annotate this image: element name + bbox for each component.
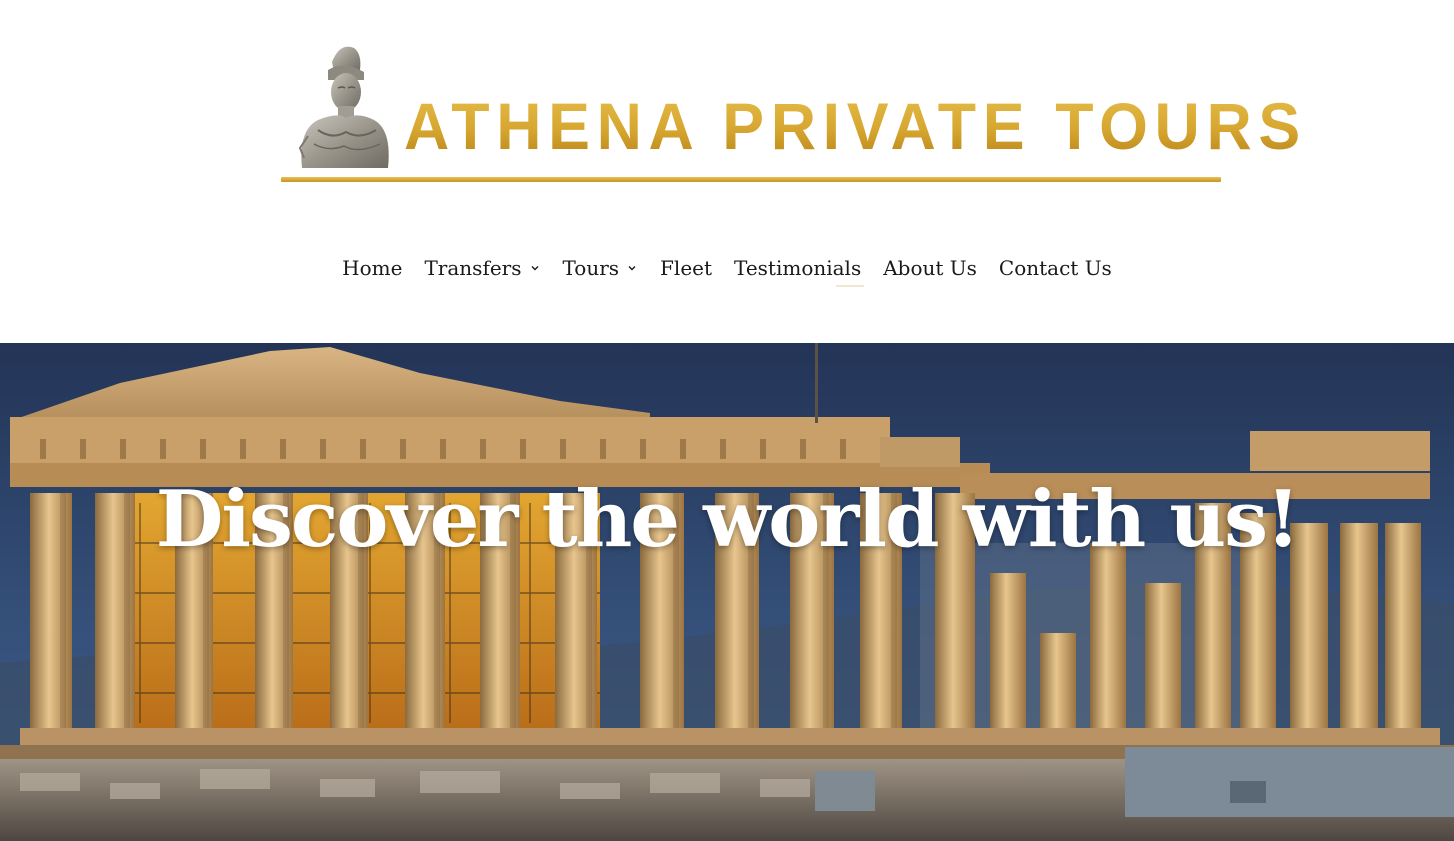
logo-underline — [281, 177, 1221, 182]
nav-item-label: About Us — [883, 256, 977, 280]
nav-item-tours[interactable]: Tours — [552, 256, 650, 280]
nav-item-label: Fleet — [660, 256, 713, 280]
nav-item-fleet[interactable]: Fleet — [649, 256, 723, 280]
hero-title: Discover the world with us! — [155, 474, 1301, 565]
nav-item-label: Tours — [562, 256, 620, 280]
main-nav: Home Transfers Tours Fleet Testimonials … — [0, 248, 1454, 288]
hero-banner: Discover the world with us! — [0, 343, 1454, 841]
nav-item-testimonials[interactable]: Testimonials — [723, 256, 872, 280]
nav-item-contact-us[interactable]: Contact Us — [988, 256, 1123, 280]
chevron-down-icon — [529, 262, 541, 274]
nav-item-transfers[interactable]: Transfers — [413, 256, 551, 280]
nav-item-label: Home — [342, 256, 403, 280]
nav-item-about-us[interactable]: About Us — [872, 256, 988, 280]
chevron-down-icon — [626, 262, 638, 274]
site-logo[interactable]: ATHENA PRIVATE TOURS — [280, 38, 1300, 186]
parthenon-photo — [0, 343, 1454, 841]
nav-item-label: Transfers — [424, 256, 522, 280]
nav-active-indicator — [836, 285, 864, 287]
nav-item-home[interactable]: Home — [331, 256, 413, 280]
nav-item-label: Testimonials — [734, 256, 862, 280]
athena-bust-icon — [298, 46, 389, 168]
nav-item-label: Contact Us — [998, 256, 1112, 280]
logo-wordmark: ATHENA PRIVATE TOURS — [404, 89, 1307, 163]
site-header: ATHENA PRIVATE TOURS Home Transfers Tour… — [0, 0, 1454, 343]
